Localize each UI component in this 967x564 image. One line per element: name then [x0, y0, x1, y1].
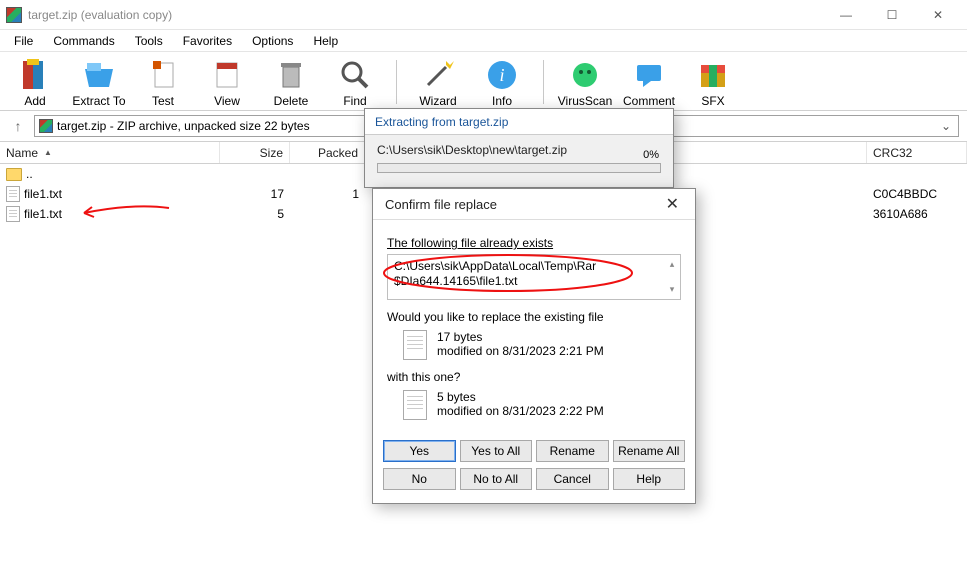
- path-text: target.zip - ZIP archive, unpacked size …: [57, 119, 310, 133]
- up-button[interactable]: ↑: [8, 118, 28, 134]
- toolbar-test[interactable]: Test: [136, 56, 190, 108]
- file-icon: [6, 206, 20, 222]
- menu-tools[interactable]: Tools: [125, 34, 173, 48]
- progress-bar: [377, 163, 661, 173]
- folder-up-icon: [6, 168, 22, 181]
- archive-icon: [39, 119, 53, 133]
- sort-asc-icon: ▲: [44, 148, 52, 157]
- extract-progress-dialog: Extracting from target.zip C:\Users\sik\…: [364, 108, 674, 188]
- path-dropdown-icon[interactable]: ⌄: [938, 119, 954, 133]
- existing-file-path-box: C:\Users\sik\AppData\Local\Temp\Rar $DIa…: [387, 254, 681, 300]
- toolbar-view[interactable]: View: [200, 56, 254, 108]
- toolbar-test-label: Test: [152, 94, 174, 108]
- file-icon: [403, 390, 427, 420]
- close-icon[interactable]: ✕: [662, 194, 683, 214]
- toolbar-wizard-label: Wizard: [419, 94, 456, 108]
- with-label: with this one?: [387, 370, 681, 384]
- toolbar-info-label: Info: [492, 94, 512, 108]
- confirm-replace-dialog: Confirm file replace ✕ The following fil…: [372, 188, 696, 504]
- rename-all-button[interactable]: Rename All: [613, 440, 686, 462]
- column-packed[interactable]: Packed: [290, 142, 365, 163]
- toolbar-view-label: View: [214, 94, 240, 108]
- toolbar-delete[interactable]: Delete: [264, 56, 318, 108]
- toolbar-find-label: Find: [343, 94, 366, 108]
- toolbar-comment[interactable]: Comment: [622, 56, 676, 108]
- cancel-button[interactable]: Cancel: [536, 468, 609, 490]
- toolbar-virusscan-label: VirusScan: [558, 94, 612, 108]
- extract-percent: 0%: [643, 149, 659, 161]
- window-title: target.zip (evaluation copy): [28, 8, 172, 22]
- maximize-button[interactable]: ☐: [869, 0, 915, 30]
- rename-button[interactable]: Rename: [536, 440, 609, 462]
- menu-options[interactable]: Options: [242, 34, 303, 48]
- menu-favorites[interactable]: Favorites: [173, 34, 242, 48]
- toolbar-extract[interactable]: Extract To: [72, 56, 126, 108]
- toolbar-extract-label: Extract To: [72, 94, 125, 108]
- file-icon: [6, 186, 20, 202]
- app-icon: [6, 7, 22, 23]
- toolbar-wizard[interactable]: Wizard: [411, 56, 465, 108]
- column-crc[interactable]: CRC32: [867, 142, 967, 163]
- yes-all-button[interactable]: Yes to All: [460, 440, 533, 462]
- toolbar-sfx-label: SFX: [701, 94, 724, 108]
- extract-dialog-title: Extracting from target.zip: [365, 109, 673, 135]
- minimize-button[interactable]: —: [823, 0, 869, 30]
- close-button[interactable]: ✕: [915, 0, 961, 30]
- scrollbar[interactable]: ▴▾: [666, 257, 678, 297]
- toolbar-sfx[interactable]: SFX: [686, 56, 740, 108]
- new-modified: modified on 8/31/2023 2:22 PM: [437, 404, 604, 418]
- toolbar-virusscan[interactable]: VirusScan: [558, 56, 612, 108]
- column-name[interactable]: Name▲: [0, 142, 220, 163]
- toolbar: Add Extract To Test View Delete Find Wiz…: [0, 52, 967, 111]
- toolbar-find[interactable]: Find: [328, 56, 382, 108]
- file-icon: [403, 330, 427, 360]
- toolbar-delete-label: Delete: [274, 94, 309, 108]
- toolbar-add[interactable]: Add: [8, 56, 62, 108]
- menu-commands[interactable]: Commands: [43, 34, 124, 48]
- toolbar-comment-label: Comment: [623, 94, 675, 108]
- extract-path: C:\Users\sik\Desktop\new\target.zip: [377, 143, 661, 157]
- existing-modified: modified on 8/31/2023 2:21 PM: [437, 344, 604, 358]
- menu-help[interactable]: Help: [303, 34, 348, 48]
- new-size: 5 bytes: [437, 390, 604, 404]
- column-size[interactable]: Size: [220, 142, 290, 163]
- confirm-dialog-title: Confirm file replace: [385, 197, 497, 212]
- svg-text:i: i: [499, 65, 504, 85]
- toolbar-info[interactable]: i Info: [475, 56, 529, 108]
- toolbar-add-label: Add: [24, 94, 45, 108]
- help-button[interactable]: Help: [613, 468, 686, 490]
- existing-size: 17 bytes: [437, 330, 604, 344]
- no-all-button[interactable]: No to All: [460, 468, 533, 490]
- menubar: File Commands Tools Favorites Options He…: [0, 30, 967, 52]
- replace-question: Would you like to replace the existing f…: [387, 310, 681, 324]
- exists-label: The following file already exists: [387, 236, 681, 250]
- yes-button[interactable]: Yes: [383, 440, 456, 462]
- menu-file[interactable]: File: [4, 34, 43, 48]
- no-button[interactable]: No: [383, 468, 456, 490]
- window-titlebar: target.zip (evaluation copy) — ☐ ✕: [0, 0, 967, 30]
